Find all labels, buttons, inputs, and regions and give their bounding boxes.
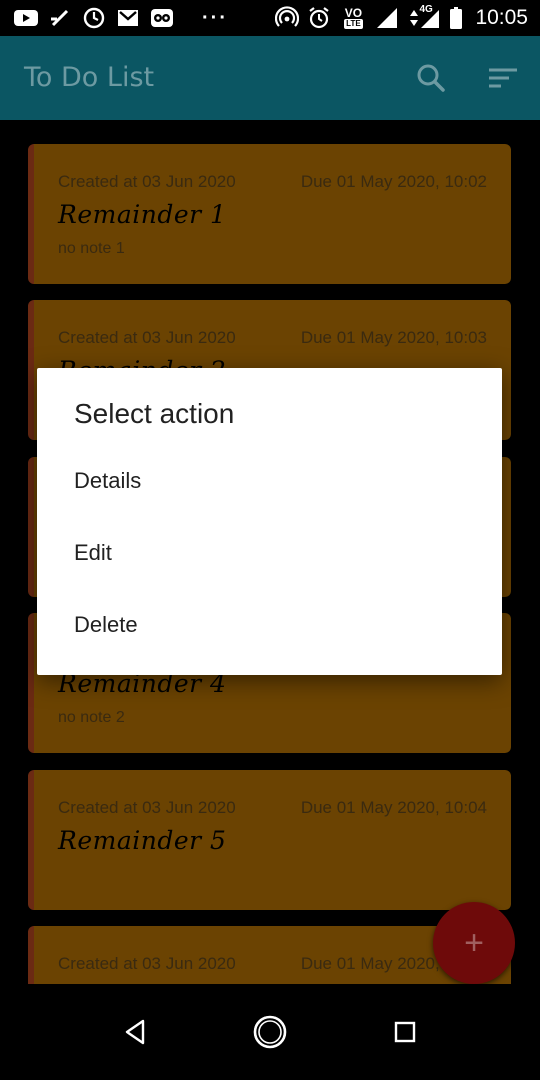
battery-icon xyxy=(449,6,463,30)
more-notifications-indicator: ··· xyxy=(202,7,228,29)
details-option[interactable]: Details xyxy=(37,448,502,520)
recents-button[interactable] xyxy=(385,1012,425,1052)
signal-icon xyxy=(375,6,399,30)
reminder-note: no note 1 xyxy=(58,240,125,257)
created-date: Created at 03 Jun 2020 xyxy=(58,954,236,973)
plus-icon: + xyxy=(464,924,484,962)
due-date: Due 01 May 2020, 10:02 xyxy=(300,172,487,191)
navigation-bar xyxy=(0,984,540,1080)
back-button[interactable] xyxy=(115,1012,155,1052)
details-label: Details xyxy=(74,468,142,493)
dialog-title: Select action xyxy=(74,398,235,429)
hotspot-icon xyxy=(275,6,300,30)
created-date: Created at 03 Jun 2020 xyxy=(58,328,236,347)
youtube-icon xyxy=(14,6,38,30)
app-bar: To Do List xyxy=(0,36,540,120)
app-title: To Do List xyxy=(24,62,155,93)
alarm-icon xyxy=(307,6,331,30)
volte-icon: VO LTE xyxy=(344,6,363,29)
status-bar: ··· VO LTE 4G 10:05 xyxy=(0,0,540,36)
reminder-title: Remainder 5 xyxy=(58,826,227,855)
add-reminder-button[interactable]: + xyxy=(433,902,515,984)
created-date: Created at 03 Jun 2020 xyxy=(58,172,236,191)
reminder-card[interactable]: Created at 03 Jun 2020 Due 01 May 2020, … xyxy=(28,144,511,284)
delete-option[interactable]: Delete xyxy=(37,592,502,664)
owl-app-icon xyxy=(150,6,174,30)
delete-label: Delete xyxy=(74,612,138,637)
reminder-note: no note 2 xyxy=(58,709,125,726)
edit-label: Edit xyxy=(74,540,112,565)
status-time: 10:05 xyxy=(475,6,528,29)
home-button[interactable] xyxy=(250,1012,290,1052)
edit-option[interactable]: Edit xyxy=(37,520,502,592)
reminder-card[interactable]: Created at 03 Jun 2020 Due 01 May 2020, … xyxy=(28,770,511,910)
created-date: Created at 03 Jun 2020 xyxy=(58,798,236,817)
select-action-dialog: Select action Details Edit Delete xyxy=(37,368,502,675)
gmail-icon xyxy=(116,6,140,30)
data-arrows-icon: 4G xyxy=(407,4,441,30)
pen-icon xyxy=(48,6,72,30)
due-date: Due 01 May 2020, 10:03 xyxy=(300,328,487,347)
sort-icon[interactable] xyxy=(487,62,519,94)
reminder-title: Remainder 1 xyxy=(58,200,227,229)
search-icon[interactable] xyxy=(415,62,447,94)
due-date: Due 01 May 2020, 10:04 xyxy=(300,798,487,817)
clock-icon xyxy=(82,6,106,30)
